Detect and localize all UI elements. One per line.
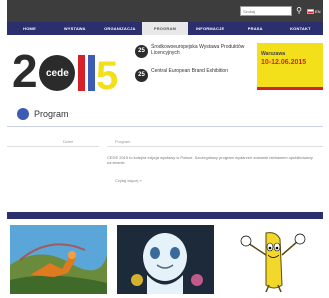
flag-icon[interactable] [307,8,314,14]
dragon-landscape-image[interactable] [10,225,107,294]
nav-item-program[interactable]: PROGRAM [142,22,188,35]
page-title: Program [34,109,69,119]
nav-item-prasa[interactable]: PRASA [233,22,278,35]
divider-right [107,146,323,147]
search-input[interactable]: Szukaj [240,6,292,16]
logo-digit-5: 5 [96,54,118,95]
expo-title-en: Central European Brand Exhibition [151,68,228,74]
cede-2015-logo[interactable]: 2 cede 5 [12,43,132,95]
language-switch[interactable]: EN [307,6,325,16]
event-dates-box: Warszawa 10-12.06.2015 [257,43,323,87]
search-icon[interactable]: ⚲ [294,5,304,16]
expo-title-pl: Środkowoeuropejska Wystawa Produktów Lic… [151,44,245,56]
banner-red-strip [257,87,323,90]
nav-item-informacje[interactable]: INFORMACJE [188,22,233,35]
bullet-circle-icon [17,108,29,120]
logo-cede-text: cede [46,68,69,79]
logo-bar-blue [88,55,95,91]
language-label[interactable]: EN [315,9,321,14]
read-more-link[interactable]: Czytaj więcej » [115,178,142,183]
ghost-character-image[interactable] [117,225,214,294]
logo-digit-2: 2 [12,45,38,95]
divider-left [7,146,99,147]
column-label-program: Program [115,139,131,144]
badge-number-top: 25 [135,45,148,58]
heading-divider [7,126,323,127]
event-dates: 10-12.06.2015 [261,59,307,66]
top-bar: Szukaj ⚲ EN [7,0,323,22]
badge-number-bottom: 25 [135,69,148,82]
logo-digit-1 [78,55,85,91]
nav-item-organizacja[interactable]: ORGANIZACJA [97,22,142,35]
main-nav: HOME WYSTAWA ORGANIZACJA PROGRAM INFORMA… [7,22,323,35]
event-city: Warszawa [261,51,285,57]
nav-item-kontakt[interactable]: KONTAKT [278,22,323,35]
section-divider-bar [7,212,323,219]
nav-item-wystawa[interactable]: WYSTAWA [52,22,97,35]
event-banner: 2 cede 5 25 Środkowoeuropejska Wystawa P… [7,35,323,100]
program-content: Dzień Program CEDE 2015 to kolejna edycj… [7,134,323,194]
column-label-day: Dzień [63,139,74,144]
banana-character-image[interactable] [224,225,321,294]
page-heading: Program [17,108,69,120]
program-paragraph: CEDE 2015 to kolejna edycja wystawy w Po… [107,155,313,165]
nav-item-home[interactable]: HOME [7,22,52,35]
